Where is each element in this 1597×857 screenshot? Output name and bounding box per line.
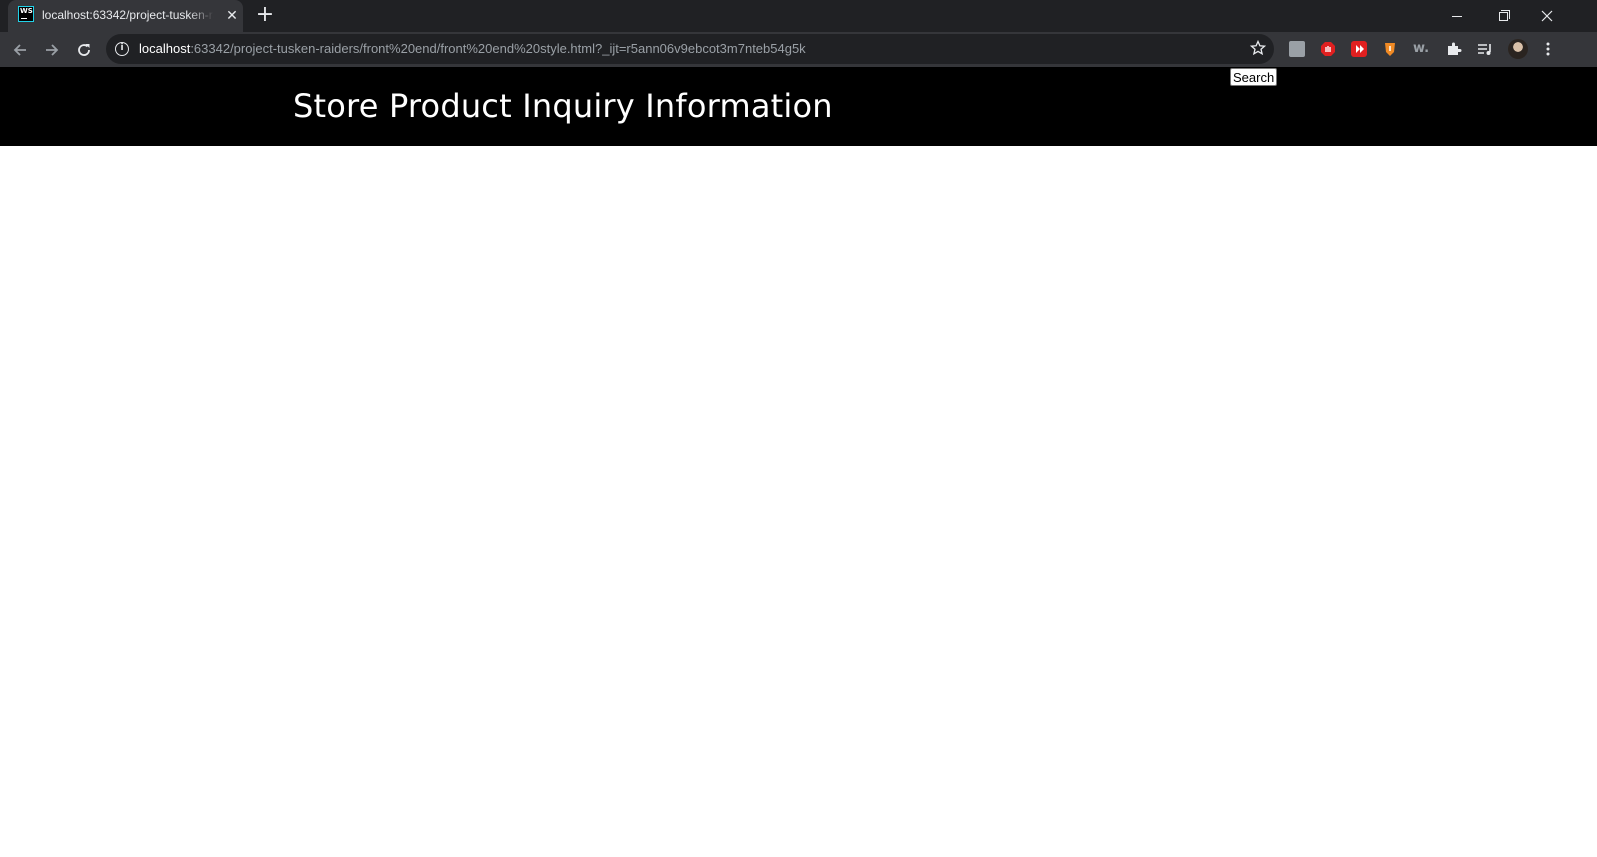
reload-icon [78,44,90,56]
tab-strip: WS localhost:63342/project-tusken-raider… [0,0,1597,32]
window-minimize-button[interactable] [1434,0,1480,32]
reload-button[interactable] [70,36,98,64]
url-host: localhost [139,41,191,56]
page-title: Store Product Inquiry Information [293,87,833,125]
bookmark-star-icon[interactable] [1250,40,1266,56]
back-button[interactable] [6,36,34,64]
extensions-puzzle-icon[interactable] [1446,41,1462,57]
w-extension-icon[interactable]: w. [1413,41,1429,57]
video-extension-icon[interactable] [1351,41,1367,57]
window-close-button[interactable] [1524,0,1570,32]
new-tab-button[interactable]: + [253,4,277,28]
close-icon [1541,10,1553,22]
profile-avatar[interactable] [1508,39,1528,59]
extension-puzzle-icon[interactable] [1289,41,1305,57]
webstorm-favicon-icon: WS [18,6,34,22]
tab-close-icon[interactable]: ✕ [224,8,240,24]
page-viewport: Store Product Inquiry Information Search [0,67,1597,857]
favicon-text: WS [20,7,33,15]
minimize-icon [1452,15,1462,17]
adblock-icon[interactable] [1320,41,1336,57]
kebab-menu-icon[interactable] [1540,41,1556,57]
restore-icon [1498,9,1510,21]
url-text[interactable]: localhost:63342/project-tusken-raiders/f… [139,41,806,56]
brave-shield-icon[interactable] [1382,41,1398,57]
page-header: Store Product Inquiry Information Search [0,67,1597,146]
url-path: :63342/project-tusken-raiders/front%20en… [190,41,806,56]
tab-title: localhost:63342/project-tusken-raiders/f… [42,8,214,22]
info-icon[interactable]: i [115,42,129,56]
forward-button[interactable] [38,36,66,64]
window-restore-button[interactable] [1480,0,1526,32]
address-bar[interactable]: i localhost:63342/project-tusken-raiders… [106,34,1274,64]
search-button[interactable]: Search [1230,68,1278,86]
arrow-right-icon [46,44,59,56]
arrow-left-icon [13,44,26,56]
browser-toolbar: i localhost:63342/project-tusken-raiders… [0,32,1597,67]
media-queue-icon[interactable] [1477,41,1493,57]
browser-tab[interactable]: WS localhost:63342/project-tusken-raider… [8,0,243,32]
